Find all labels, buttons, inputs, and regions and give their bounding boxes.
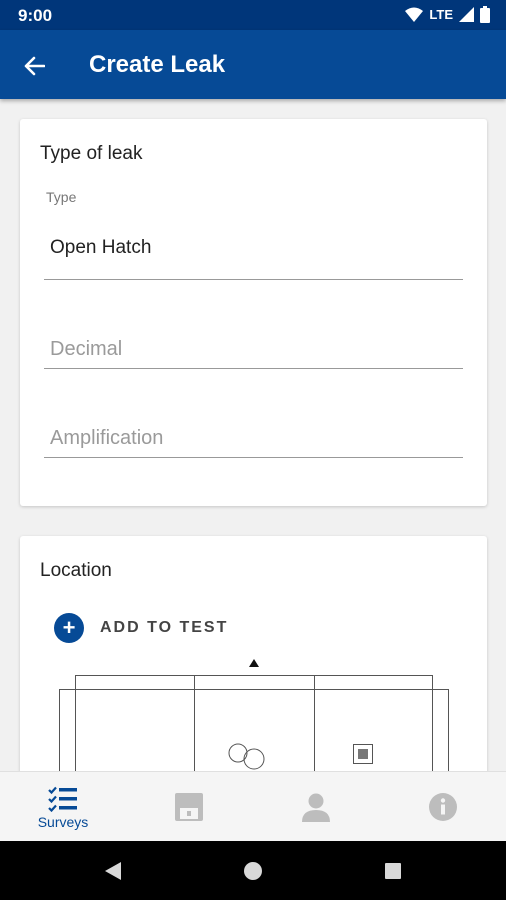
- system-home-button[interactable]: [240, 858, 266, 884]
- location-card: Location + ADD TO TEST: [20, 536, 487, 771]
- diagram-arrow-marker: [249, 659, 259, 667]
- nav-item-surveys[interactable]: Surveys: [0, 772, 126, 842]
- checklist-icon: [48, 786, 77, 812]
- nav-item-info[interactable]: [380, 772, 506, 842]
- amplification-field-underline: [44, 457, 463, 458]
- system-nav-bar: [0, 841, 506, 900]
- diagram-outer-frame: [59, 689, 449, 771]
- add-icon: +: [54, 613, 84, 643]
- status-time: 9:00: [18, 6, 53, 25]
- wifi-icon: [405, 7, 424, 22]
- nav-item-profile[interactable]: [253, 772, 379, 842]
- nav-item-save[interactable]: [126, 772, 252, 842]
- type-field-value: Open Hatch: [50, 237, 152, 258]
- status-bar: 9:00 LTE: [0, 0, 506, 30]
- diagram-circle-b: [243, 748, 265, 770]
- bottom-nav: Surveys: [0, 771, 506, 841]
- app-bar: Create Leak: [0, 30, 506, 99]
- page-title: Create Leak: [89, 51, 226, 78]
- location-diagram[interactable]: [20, 654, 487, 771]
- system-recents-button[interactable]: [380, 858, 406, 884]
- person-icon: [302, 793, 330, 822]
- main-content[interactable]: Type of leak Type Open Hatch Decimal Amp…: [0, 99, 506, 771]
- save-icon: [175, 793, 203, 821]
- system-back-button[interactable]: [100, 858, 126, 884]
- triangle-back-icon: [105, 862, 121, 880]
- type-of-leak-card: Type of leak Type Open Hatch Decimal Amp…: [20, 119, 487, 506]
- info-icon: [429, 793, 457, 821]
- decimal-field[interactable]: Decimal: [44, 324, 463, 369]
- nav-label-surveys: Surveys: [37, 814, 89, 830]
- arrow-back-icon: [24, 56, 45, 76]
- type-field[interactable]: Type Open Hatch: [44, 187, 463, 280]
- network-label: LTE: [429, 7, 453, 22]
- decimal-field-underline: [44, 368, 463, 369]
- back-button[interactable]: [18, 50, 50, 82]
- type-field-underline: [44, 279, 463, 280]
- add-to-test-label: ADD TO TEST: [100, 619, 229, 636]
- decimal-field-placeholder: Decimal: [50, 338, 123, 360]
- add-to-test-button[interactable]: + ADD TO TEST: [54, 613, 228, 643]
- type-field-label: Type: [46, 189, 77, 205]
- signal-icon: [459, 7, 474, 22]
- circle-home-icon: [244, 862, 262, 880]
- amplification-field[interactable]: Amplification: [44, 413, 463, 458]
- location-title: Location: [40, 560, 112, 581]
- status-icons: LTE: [405, 6, 490, 23]
- square-recents-icon: [385, 863, 401, 879]
- battery-icon: [480, 6, 490, 23]
- type-of-leak-title: Type of leak: [40, 143, 143, 164]
- amplification-field-placeholder: Amplification: [50, 427, 164, 449]
